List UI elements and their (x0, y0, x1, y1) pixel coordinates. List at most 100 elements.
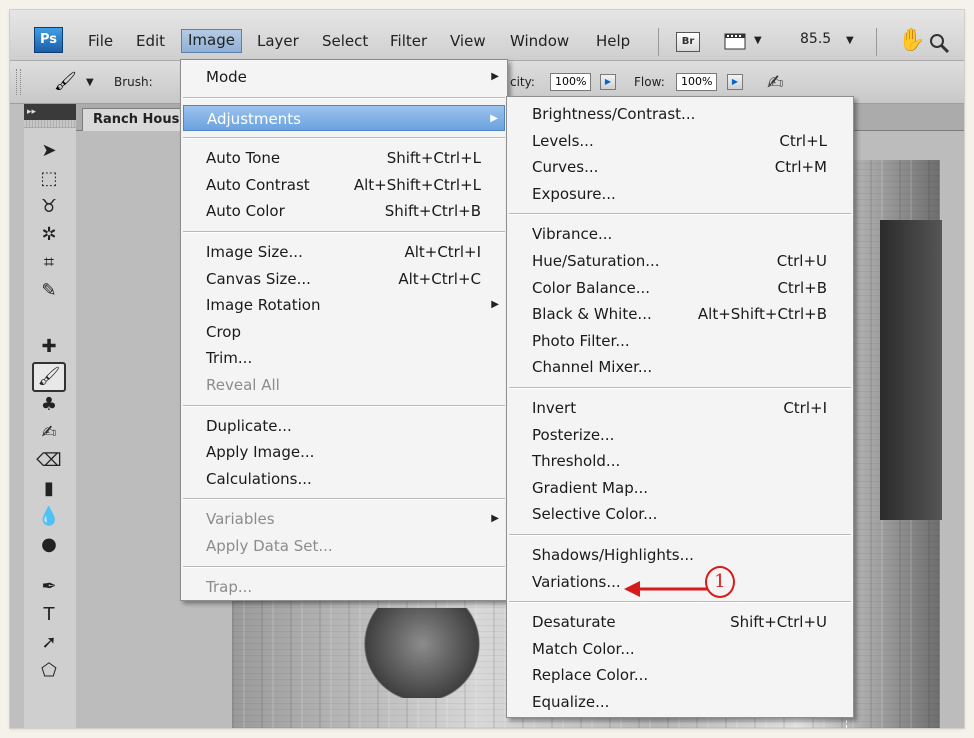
move-tool-icon[interactable]: ➤ (34, 138, 64, 164)
menu-item-label: Canvas Size... (206, 269, 311, 288)
menu-item-label: Threshold... (532, 452, 621, 471)
menu-item-curves[interactable]: Curves... Ctrl+M (509, 154, 851, 180)
clone-stamp-tool-icon[interactable]: ♣ (34, 392, 64, 418)
menu-item-label: Vibrance... (532, 225, 613, 244)
menu-item-image-size[interactable]: Image Size... Alt+Ctrl+I (183, 239, 505, 265)
menu-image[interactable]: Image (181, 29, 242, 53)
menu-layer[interactable]: Layer (251, 30, 305, 52)
menu-item-crop[interactable]: Crop (183, 319, 505, 345)
type-tool-icon[interactable]: T (34, 602, 64, 628)
menu-item-auto-color[interactable]: Auto Color Shift+Ctrl+B (183, 198, 505, 224)
menu-item-levels[interactable]: Levels... Ctrl+L (509, 128, 851, 154)
menu-separator (183, 498, 505, 501)
bridge-button[interactable]: Br (676, 32, 700, 52)
film-icon[interactable] (724, 31, 748, 51)
menu-item-duplicate[interactable]: Duplicate... (183, 413, 505, 439)
menu-item-calculations[interactable]: Calculations... (183, 466, 505, 492)
menu-item-shadows-highlights[interactable]: Shadows/Highlights... (509, 542, 851, 568)
menu-item-match-color[interactable]: Match Color... (509, 636, 851, 662)
menu-item-invert[interactable]: Invert Ctrl+I (509, 395, 851, 421)
menu-item-label: Exposure... (532, 184, 616, 203)
photo-object (362, 608, 482, 698)
menu-item-label: Photo Filter... (532, 331, 630, 350)
menu-item-posterize[interactable]: Posterize... (509, 422, 851, 448)
path-selection-tool-icon[interactable]: ➚ (34, 630, 64, 656)
panel-grip[interactable] (16, 69, 21, 95)
eyedropper-tool-icon[interactable]: ✎ (34, 278, 64, 304)
menu-item-replace-color[interactable]: Replace Color... (509, 662, 851, 688)
menu-item-color-balance[interactable]: Color Balance... Ctrl+B (509, 275, 851, 301)
menu-item-canvas-size[interactable]: Canvas Size... Alt+Ctrl+C (183, 266, 505, 292)
menu-item-photo-filter[interactable]: Photo Filter... (509, 328, 851, 354)
menu-item-hue-saturation[interactable]: Hue/Saturation... Ctrl+U (509, 248, 851, 274)
menu-item-threshold[interactable]: Threshold... (509, 448, 851, 474)
flow-input[interactable]: 100% (676, 73, 718, 91)
blur-tool-icon[interactable]: 💧 (34, 504, 64, 530)
history-brush-tool-icon[interactable]: ✍ (34, 420, 64, 446)
dodge-tool-icon[interactable]: ● (34, 532, 64, 558)
opacity-slider-button[interactable]: ▶ (600, 74, 616, 90)
menu-item-gradient-map[interactable]: Gradient Map... (509, 475, 851, 501)
menubar-separator (658, 28, 659, 56)
menu-item-label: Image Rotation (206, 296, 321, 315)
hand-icon[interactable]: ✋ (898, 28, 925, 53)
lasso-tool-icon[interactable]: ♉ (34, 194, 64, 220)
menu-item-shortcut: Ctrl+L (779, 131, 827, 150)
brush-tool-icon[interactable]: 🖌 (32, 362, 66, 392)
menu-item-label: Desaturate (532, 613, 616, 632)
menu-help[interactable]: Help (590, 30, 636, 52)
opacity-input[interactable]: 100% (550, 73, 592, 91)
menu-item-reveal-all: Reveal All (183, 372, 505, 398)
airbrush-icon[interactable]: ✍ (767, 70, 784, 94)
menu-view[interactable]: View (444, 30, 492, 52)
menu-item-brightness-contrast[interactable]: Brightness/Contrast... (509, 101, 851, 127)
chevron-down-icon[interactable]: ▼ (846, 35, 854, 46)
menu-select[interactable]: Select (316, 30, 374, 52)
pen-tool-icon[interactable]: ✒ (34, 574, 64, 600)
menu-item-channel-mixer[interactable]: Channel Mixer... (509, 354, 851, 380)
zoom-icon[interactable] (928, 32, 950, 54)
menu-item-label: Trim... (206, 349, 253, 368)
brush-preset-icon[interactable]: 🖌 (54, 71, 77, 92)
panel-collapse-icon[interactable]: ▸▸ (24, 104, 76, 120)
menu-item-black-white[interactable]: Black & White... Alt+Shift+Ctrl+B (509, 301, 851, 327)
menu-item-equalize[interactable]: Equalize... (509, 689, 851, 715)
menu-item-trim[interactable]: Trim... (183, 345, 505, 371)
chevron-down-icon[interactable]: ▼ (754, 35, 762, 46)
chevron-down-icon[interactable]: ▼ (86, 77, 94, 88)
document-tab[interactable]: Ranch Hous (82, 108, 191, 131)
healing-brush-tool-icon[interactable]: ✚ (34, 334, 64, 360)
menu-item-shortcut: Shift+Ctrl+U (730, 613, 827, 632)
menu-file[interactable]: File (82, 30, 119, 52)
menu-item-vibrance[interactable]: Vibrance... (509, 221, 851, 247)
magic-wand-tool-icon[interactable]: ✲ (34, 222, 64, 248)
menu-separator (509, 213, 851, 216)
shape-tool-icon[interactable]: ⬠ (34, 658, 64, 684)
menu-item-apply-image[interactable]: Apply Image... (183, 439, 505, 465)
menu-item-image-rotation[interactable]: Image Rotation ▶ (183, 292, 505, 318)
menu-item-auto-contrast[interactable]: Auto Contrast Alt+Shift+Ctrl+L (183, 172, 505, 198)
menu-item-shortcut: Ctrl+U (776, 252, 827, 270)
menu-filter[interactable]: Filter (384, 30, 433, 52)
menu-item-auto-tone[interactable]: Auto Tone Shift+Ctrl+L (183, 145, 505, 171)
menu-item-adjustments[interactable]: Adjustments ▶ (183, 104, 505, 131)
menu-item-desaturate[interactable]: Desaturate Shift+Ctrl+U (509, 609, 851, 635)
menu-item-selective-color[interactable]: Selective Color... (509, 501, 851, 527)
menu-item-shortcut: Shift+Ctrl+B (384, 202, 481, 221)
flow-slider-button[interactable]: ▶ (727, 74, 743, 90)
marquee-tool-icon[interactable]: ⬚ (34, 166, 64, 192)
menu-window[interactable]: Window (504, 30, 575, 52)
zoom-level[interactable]: 85.5 (800, 31, 831, 47)
flow-label: Flow: (634, 75, 665, 89)
submenu-arrow-icon: ▶ (491, 513, 499, 525)
menu-item-variables: Variables ▶ (183, 506, 505, 532)
menu-item-label: Adjustments (207, 109, 301, 128)
eraser-tool-icon[interactable]: ⌫ (34, 448, 64, 474)
menu-edit[interactable]: Edit (130, 30, 171, 52)
menu-item-exposure[interactable]: Exposure... (509, 181, 851, 207)
menu-item-mode[interactable]: Mode ▶ (183, 64, 505, 90)
gradient-tool-icon[interactable]: ▮ (34, 476, 64, 502)
panel-grip[interactable] (24, 120, 76, 128)
crop-tool-icon[interactable]: ⌗ (34, 250, 64, 276)
menu-item-shortcut: Ctrl+I (783, 399, 827, 417)
